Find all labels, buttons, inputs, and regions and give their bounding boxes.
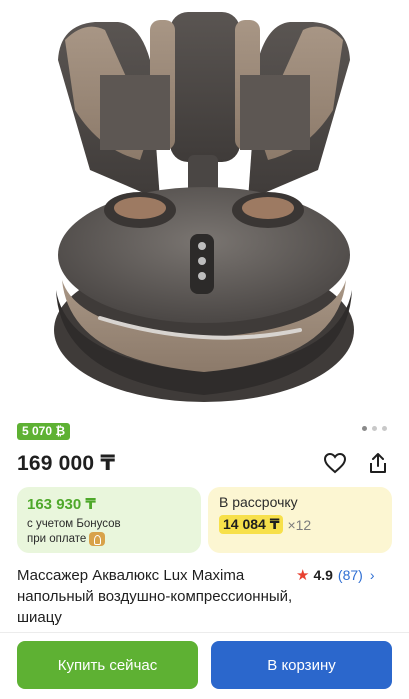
bonus-badge: 5 070 ₿ <box>17 423 71 440</box>
product-title: Массажер Аквалюкс Lux Maxima напольный в… <box>17 567 293 626</box>
share-button[interactable] <box>364 449 392 477</box>
installment-title: В рассрочку <box>219 494 298 510</box>
bonus-note-line2: при оплате <box>27 533 87 546</box>
bonus-note-line1: с учетом Бонусов <box>27 518 121 530</box>
bonus-coin-icon <box>89 532 106 546</box>
installment-multiplier: ×12 <box>287 516 312 533</box>
installment-card[interactable]: В рассрочку 14 084 ₸ ×12 <box>208 487 392 553</box>
foot-massager-photo <box>54 12 354 402</box>
chevron-right-icon: › <box>369 567 375 583</box>
installment-payment: 14 084 ₸ <box>219 515 284 534</box>
bonus-note: с учетом Бонусов при оплате <box>27 517 191 547</box>
add-to-cart-button[interactable]: В корзину <box>211 641 392 689</box>
gallery-dot[interactable] <box>382 426 387 431</box>
gallery-dot[interactable] <box>362 426 367 431</box>
divider <box>0 632 409 633</box>
gallery-dot[interactable] <box>372 426 377 431</box>
rating-link[interactable]: ★ 4.9 (87) › <box>296 566 375 584</box>
review-count: (87) <box>337 567 363 583</box>
buy-now-button[interactable]: Купить сейчас <box>17 641 198 689</box>
star-icon: ★ <box>296 567 310 584</box>
favorite-button[interactable] <box>321 449 349 477</box>
product-image[interactable] <box>0 0 409 415</box>
gallery-pagination <box>362 426 387 431</box>
rating-value: 4.9 <box>313 567 333 583</box>
product-price: 169 000 ₸ <box>17 452 116 475</box>
heart-outline-icon <box>323 452 347 474</box>
share-icon <box>370 453 386 473</box>
bonus-price-card[interactable]: 163 930 ₸ с учетом Бонусов при оплате <box>17 487 201 553</box>
bonus-price: 163 930 ₸ <box>27 496 96 513</box>
